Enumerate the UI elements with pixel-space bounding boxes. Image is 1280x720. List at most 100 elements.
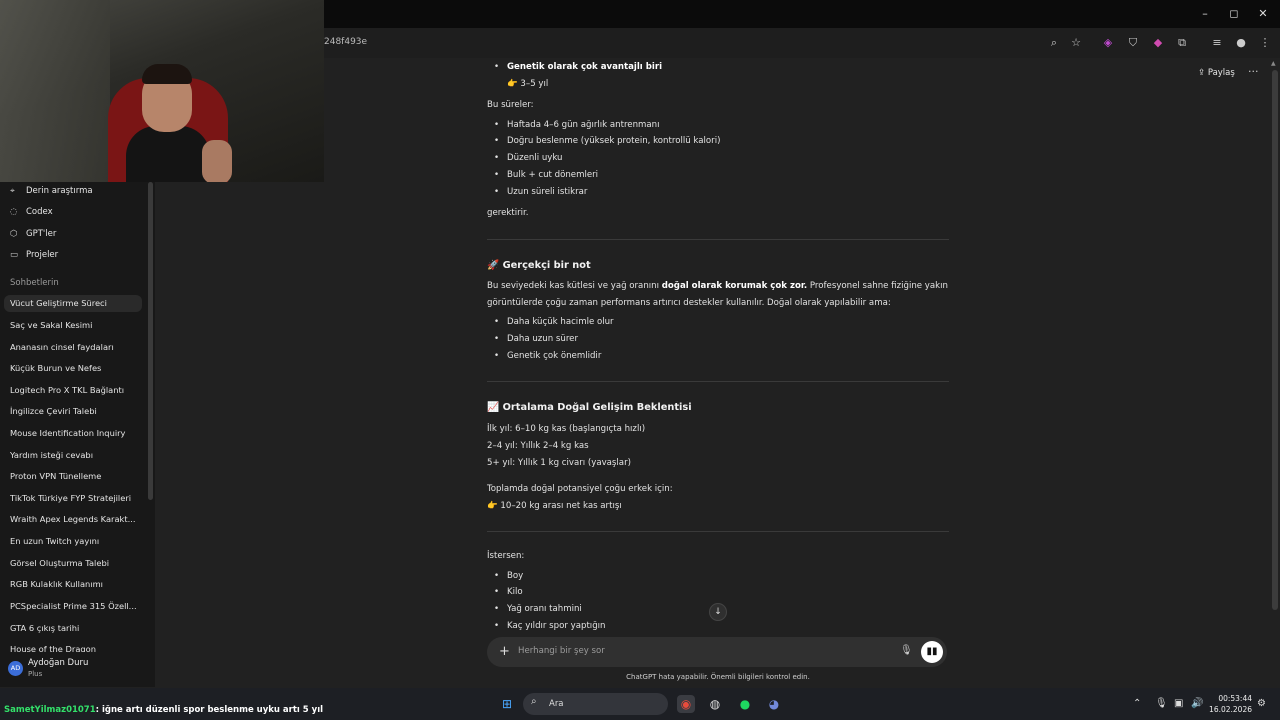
browser-menu-icon[interactable]: ⋮ bbox=[1257, 35, 1273, 51]
divider bbox=[487, 531, 949, 532]
share-button[interactable]: ⇪ Paylaş bbox=[1198, 68, 1235, 78]
puzzle-icon[interactable]: ⧉ bbox=[1174, 35, 1190, 51]
list-item: Doğru beslenme (yüksek protein, kontroll… bbox=[494, 136, 720, 146]
avatar: AD bbox=[8, 661, 23, 676]
list-item: Kaç yıldır spor yaptığın bbox=[494, 621, 606, 631]
text-line: gerektirir. bbox=[487, 208, 529, 218]
microphone-icon[interactable]: 🎙 bbox=[1155, 698, 1168, 709]
chat-item[interactable]: Ananasın cinsel faydaları bbox=[10, 342, 140, 352]
chat-item[interactable]: Görsel Oluşturma Talebi bbox=[10, 558, 140, 568]
chat-item[interactable]: House of the Dragon bbox=[10, 644, 140, 652]
sidebar-item-label: GPT'ler bbox=[26, 229, 57, 239]
chat-item[interactable]: Küçük Burun ve Nefes bbox=[10, 363, 140, 373]
section-heading: 📈 Ortalama Doğal Gelişim Beklentisi bbox=[487, 402, 692, 413]
taskbar-search[interactable]: ⌕ Ara bbox=[523, 693, 668, 715]
sidebar-scrollbar[interactable] bbox=[148, 182, 153, 500]
text-line: görüntülerde çoğu zaman performans artır… bbox=[487, 298, 891, 308]
app-icon[interactable]: ◍ bbox=[706, 695, 724, 713]
maximize-button[interactable]: ◻ bbox=[1226, 6, 1242, 22]
extension-icon[interactable]: ◆ bbox=[1150, 35, 1166, 51]
chat-item[interactable]: GTA 6 çıkış tarihi bbox=[10, 623, 140, 633]
spotify-icon[interactable]: ● bbox=[736, 695, 754, 713]
sidebar-item-projects[interactable]: ▭ Projeler bbox=[10, 250, 58, 260]
clock-time[interactable]: 00:53:44 bbox=[1212, 694, 1252, 703]
text-line: Bu seviyedeki kas kütlesi ve yağ oranını… bbox=[487, 281, 948, 291]
sidebar: ⌖ Derin araştırma ◌ Codex ⬡ GPT'ler ▭ Projel… bbox=[0, 182, 155, 687]
minimize-button[interactable]: – bbox=[1197, 6, 1213, 22]
text-line: 2–4 yıl: Yıllık 2–4 kg kas bbox=[487, 441, 589, 451]
list-item: Düzenli uyku bbox=[494, 153, 562, 163]
clock-date[interactable]: 16.02.2026 bbox=[1207, 705, 1252, 714]
chat-item[interactable]: Mouse Identification Inquiry bbox=[10, 428, 140, 438]
scroll-up-arrow[interactable]: ▲ bbox=[1271, 60, 1276, 67]
sidebar-item-label: Projeler bbox=[26, 250, 59, 260]
chat-item[interactable]: PCSpecialist Prime 315 Özell... bbox=[10, 601, 140, 611]
text-line: Bu süreler: bbox=[487, 100, 534, 110]
search-icon: ⌕ bbox=[531, 696, 537, 707]
profile-icon[interactable]: ● bbox=[1233, 35, 1249, 51]
list-item: Kilo bbox=[494, 587, 522, 597]
text-line: 👉 3–5 yıl bbox=[507, 79, 549, 89]
chat-item[interactable]: İngilizce Çeviri Talebi bbox=[10, 406, 140, 416]
chrome-icon[interactable]: ◉ bbox=[677, 695, 695, 713]
cube-icon: ⬡ bbox=[10, 229, 18, 239]
close-button[interactable]: ✕ bbox=[1255, 6, 1271, 22]
share-label: Paylaş bbox=[1207, 68, 1235, 78]
list-item: Daha uzun sürer bbox=[494, 334, 578, 344]
chat-item[interactable]: Yardım isteği cevabı bbox=[10, 450, 140, 460]
discord-icon[interactable]: ◕ bbox=[765, 695, 783, 713]
start-icon[interactable]: ⊞ bbox=[498, 695, 516, 713]
sidebar-item-codex[interactable]: ◌ Codex bbox=[10, 207, 53, 217]
volume-icon[interactable]: 🔊 bbox=[1191, 698, 1203, 709]
sidebar-item-deep-research[interactable]: ⌖ Derin araştırma bbox=[10, 186, 93, 196]
scroll-to-bottom-button[interactable]: ↓ bbox=[709, 603, 727, 621]
chats-heading: Sohbetlerin bbox=[10, 278, 59, 288]
voice-mode-button[interactable]: ▮▮ bbox=[921, 641, 943, 663]
url-text[interactable]: 248f493e bbox=[324, 37, 367, 47]
sidebar-item-gpts[interactable]: ⬡ GPT'ler bbox=[10, 229, 56, 239]
user-name: Aydoğan Duru bbox=[28, 658, 89, 668]
tray-overflow-icon[interactable]: ⌃ bbox=[1133, 698, 1141, 709]
shield-icon[interactable]: ⛉ bbox=[1125, 35, 1141, 51]
prompt-input[interactable]: Herhangi bir şey sor bbox=[518, 646, 605, 656]
sidebar-item-label: Derin araştırma bbox=[26, 186, 93, 196]
zoom-icon[interactable]: ⌕ bbox=[1046, 35, 1062, 51]
list-item: Uzun süreli istikrar bbox=[494, 187, 587, 197]
codex-icon: ◌ bbox=[10, 207, 18, 217]
bookmark-star-icon[interactable]: ☆ bbox=[1068, 35, 1084, 51]
add-attachment-button[interactable]: + bbox=[499, 644, 510, 660]
list-item: Genetik olarak çok avantajlı biri bbox=[494, 62, 662, 72]
search-label: Ara bbox=[549, 699, 564, 709]
chat-item[interactable]: Wraith Apex Legends Karakt... bbox=[10, 514, 140, 524]
microphone-icon[interactable]: 🎙 bbox=[900, 645, 913, 656]
chat-item[interactable]: RGB Kulaklık Kullanımı bbox=[10, 579, 140, 589]
chat-item[interactable]: Saç ve Sakal Kesimi bbox=[10, 320, 140, 330]
text-span: Bu seviyedeki kas kütlesi ve yağ oranını bbox=[487, 281, 662, 291]
text-line: 5+ yıl: Yıllık 1 kg civarı (yavaşlar) bbox=[487, 458, 631, 468]
chat-username: SametYilmaz01071 bbox=[4, 705, 96, 715]
media-icon[interactable]: ≡ bbox=[1209, 35, 1225, 51]
chat-item[interactable]: Vücut Geliştirme Süreci bbox=[10, 298, 140, 308]
network-icon[interactable]: ▣ bbox=[1174, 698, 1183, 709]
list-item: Haftada 4–6 gün ağırlık antrenmanı bbox=[494, 120, 659, 130]
folder-icon: ▭ bbox=[10, 250, 19, 260]
divider bbox=[487, 381, 949, 382]
divider bbox=[487, 239, 949, 240]
sidebar-item-label: Codex bbox=[26, 207, 53, 217]
text-line: İstersen: bbox=[487, 551, 525, 561]
list-item: Daha küçük hacimle olur bbox=[494, 317, 614, 327]
user-profile[interactable]: AD Aydoğan Duru Plus bbox=[0, 653, 155, 685]
chat-item[interactable]: Logitech Pro X TKL Bağlantı bbox=[10, 385, 140, 395]
share-icon: ⇪ bbox=[1198, 68, 1208, 78]
extension-icon[interactable]: ◈ bbox=[1100, 35, 1116, 51]
text-line: İlk yıl: 6–10 kg kas (başlangıçta hızlı) bbox=[487, 424, 646, 434]
chat-text: : iğne artı düzenli spor beslenme uyku a… bbox=[95, 705, 324, 715]
notification-icon[interactable]: ⚙ bbox=[1257, 698, 1266, 709]
chat-item[interactable]: En uzun Twitch yayını bbox=[10, 536, 140, 546]
chat-item[interactable]: Proton VPN Tünelleme bbox=[10, 471, 140, 481]
more-options-button[interactable]: ··· bbox=[1248, 65, 1259, 78]
page-scrollbar[interactable] bbox=[1272, 70, 1278, 610]
disclaimer-text: ChatGPT hata yapabilir. Önemli bilgileri… bbox=[626, 673, 810, 681]
list-item: Genetik çok önemlidir bbox=[494, 351, 601, 361]
chat-item[interactable]: TikTok Türkiye FYP Stratejileri bbox=[10, 493, 140, 503]
